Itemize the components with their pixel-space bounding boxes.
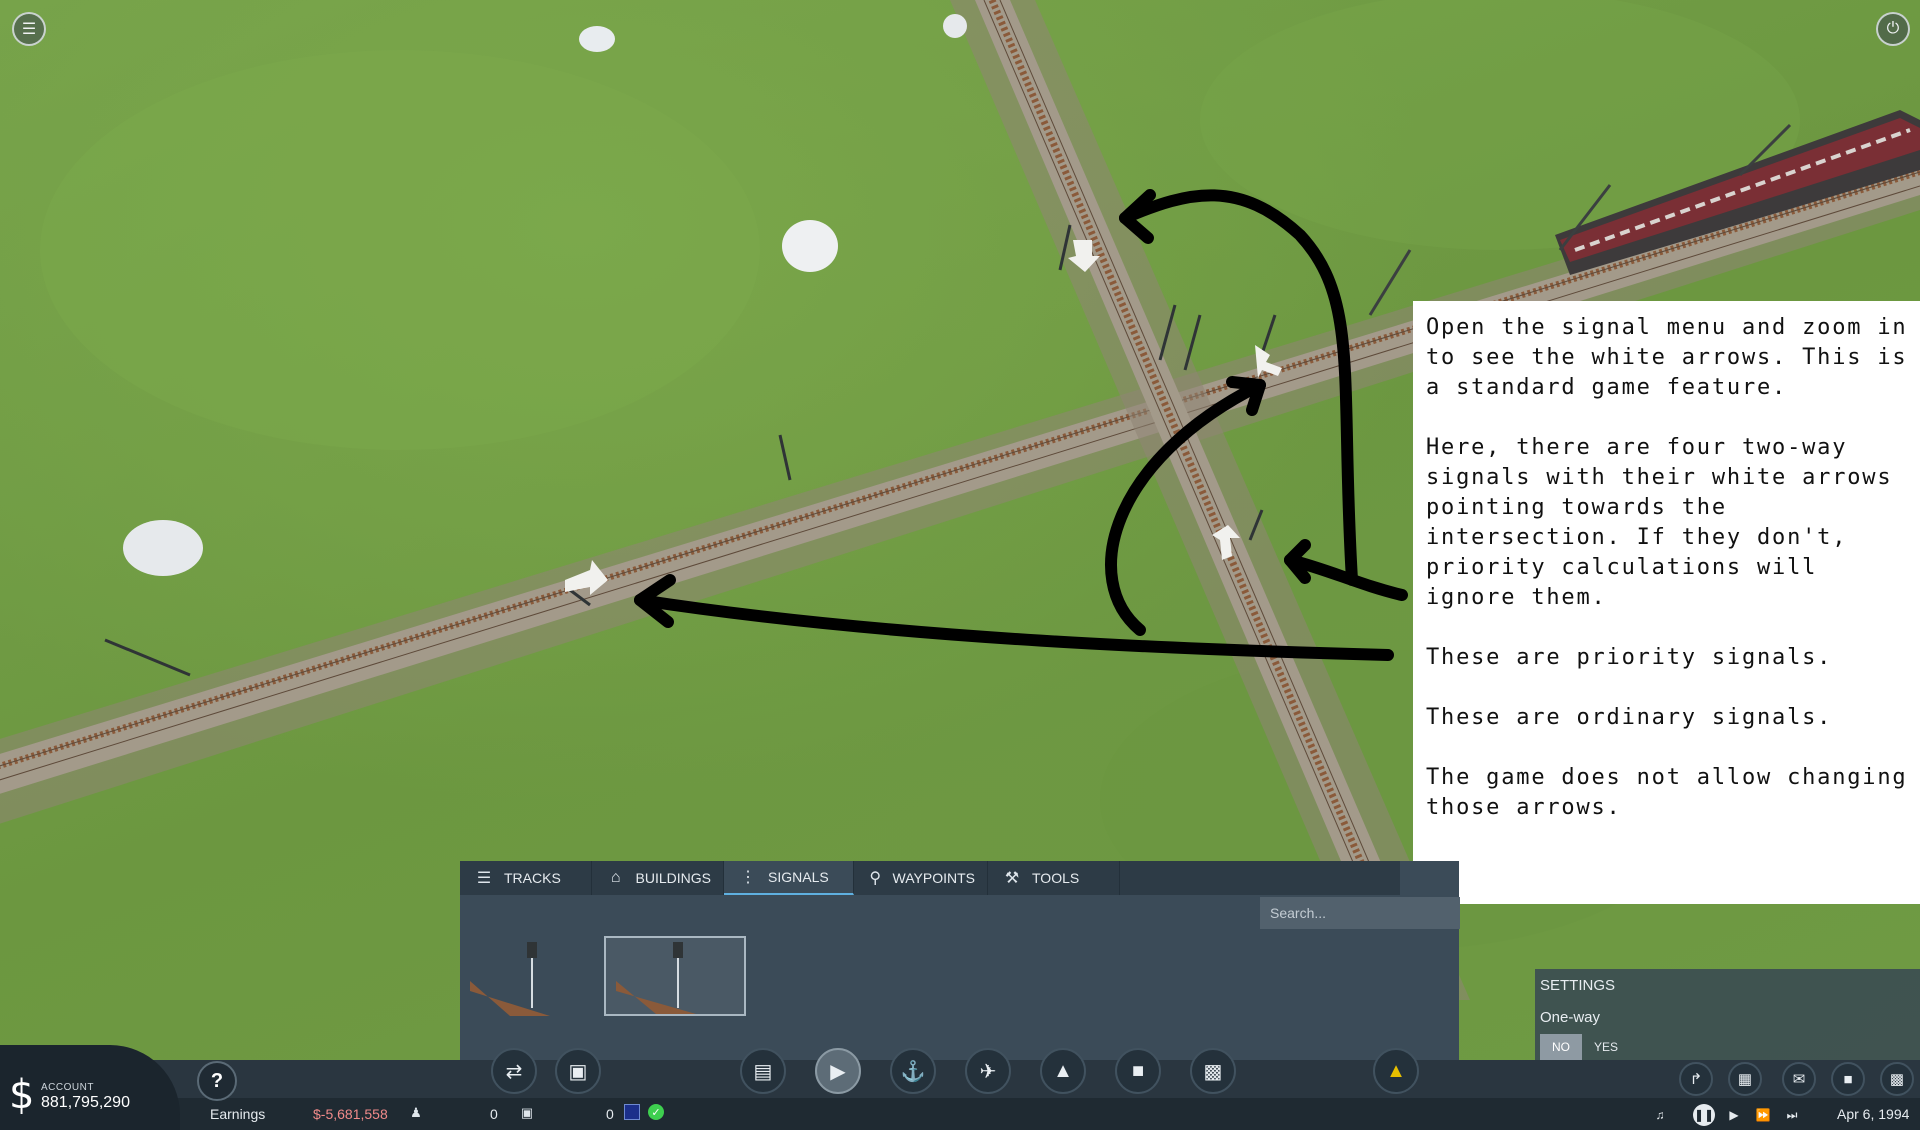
help-button[interactable]: ? bbox=[197, 1061, 237, 1101]
tab-tools[interactable]: ⚒ TOOLS bbox=[988, 861, 1120, 895]
settings-title: SETTINGS bbox=[1540, 977, 1616, 994]
annotation-paragraph: Here, there are four two-way signals wit… bbox=[1426, 435, 1893, 610]
dollar-icon: $ bbox=[9, 1072, 35, 1118]
ship-icon[interactable]: ⚓ bbox=[890, 1048, 936, 1094]
earnings-label: Earnings bbox=[210, 1106, 266, 1122]
road-vehicle-icon[interactable]: ▤ bbox=[740, 1048, 786, 1094]
tab-buildings[interactable]: ⌂ BUILDINGS bbox=[592, 861, 724, 895]
waypoint-pin-icon: ⚲ bbox=[869, 870, 882, 887]
build-tabs: ☰ TRACKS ⌂ BUILDINGS ⋮ SIGNALS ⚲ WAYPOIN… bbox=[460, 861, 1400, 895]
game-date: Apr 6, 1994 bbox=[1837, 1106, 1910, 1122]
annotation-paragraph: The game does not allow changing those a… bbox=[1426, 765, 1908, 820]
signal-post bbox=[1183, 314, 1202, 371]
tab-label: WAYPOINTS bbox=[892, 870, 975, 886]
account-label: ACCOUNT bbox=[41, 1082, 94, 1093]
track-tool-icon[interactable]: ↱ bbox=[1679, 1062, 1713, 1096]
one-way-label: One-way bbox=[1540, 1009, 1601, 1026]
fastest-forward-icon[interactable]: ⏭ bbox=[1781, 1104, 1803, 1126]
town-icon[interactable]: ■ bbox=[1115, 1048, 1161, 1094]
one-way-no-button[interactable]: NO bbox=[1540, 1034, 1582, 1060]
rock bbox=[579, 26, 615, 52]
annotation-text-box: Open the signal menu and zoom in to see … bbox=[1413, 301, 1920, 904]
play-icon[interactable]: ▶ bbox=[1723, 1104, 1745, 1126]
account-balance: 881,795,290 bbox=[41, 1094, 130, 1111]
check-icon: ✓ bbox=[648, 1104, 664, 1120]
signal-post bbox=[104, 638, 191, 677]
rock bbox=[943, 14, 967, 38]
buildings-icon: ⌂ bbox=[610, 869, 621, 886]
tab-label: TOOLS bbox=[1032, 870, 1080, 886]
vehicle-manager-icon[interactable]: ▣ bbox=[555, 1048, 601, 1094]
passenger-count: 0 bbox=[490, 1106, 498, 1122]
tab-signals[interactable]: ⋮ SIGNALS bbox=[724, 861, 854, 895]
industry-icon[interactable]: ▩ bbox=[1190, 1048, 1236, 1094]
annotation-paragraph: Open the signal menu and zoom in to see … bbox=[1426, 315, 1908, 400]
settings-panel: SETTINGS One-way NO YES bbox=[1535, 969, 1920, 1069]
pause-icon[interactable]: ❚❚ bbox=[1693, 1104, 1715, 1126]
cargo-count: 0 bbox=[606, 1106, 614, 1122]
earnings-value: $-5,681,558 bbox=[313, 1106, 388, 1122]
tools-icon: ⚒ bbox=[1004, 870, 1020, 887]
cargo-icon: ▣ bbox=[520, 1105, 534, 1120]
line-manager-icon[interactable]: ⇄ bbox=[491, 1048, 537, 1094]
search-input[interactable]: Search... bbox=[1260, 897, 1460, 929]
tracks-icon: ☰ bbox=[476, 870, 492, 887]
tab-label: TRACKS bbox=[504, 870, 561, 886]
tab-waypoints[interactable]: ⚲ WAYPOINTS bbox=[854, 861, 988, 895]
message-icon[interactable]: ✉ bbox=[1782, 1062, 1816, 1096]
power-icon[interactable]: ⏻ bbox=[1876, 12, 1910, 46]
rock bbox=[123, 520, 203, 576]
layers-icon[interactable]: ☰ bbox=[12, 12, 46, 46]
signal-icon: ⋮ bbox=[740, 869, 756, 886]
bulldoze-icon[interactable]: ▲ bbox=[1373, 1048, 1419, 1094]
factory-icon[interactable]: ▩ bbox=[1880, 1062, 1914, 1096]
status-bar bbox=[0, 1098, 1920, 1130]
plane-icon[interactable]: ✈ bbox=[965, 1048, 1011, 1094]
rock bbox=[782, 220, 838, 272]
passenger-icon: ♟ bbox=[410, 1105, 422, 1120]
station-tool-icon[interactable]: ▦ bbox=[1728, 1062, 1762, 1096]
game-status-icon bbox=[624, 1104, 640, 1120]
tab-tracks[interactable]: ☰ TRACKS bbox=[460, 861, 592, 895]
city-icon[interactable]: ■ bbox=[1831, 1062, 1865, 1096]
signal-post bbox=[778, 434, 792, 481]
one-way-yes-button[interactable]: YES bbox=[1585, 1034, 1627, 1060]
train-icon[interactable]: ▶ bbox=[815, 1048, 861, 1094]
tab-label: SIGNALS bbox=[768, 869, 829, 885]
one-way-signal-thumbnail bbox=[616, 942, 696, 1014]
signal-item-one-way[interactable] bbox=[604, 936, 746, 1016]
annotation-paragraph: These are priority signals. bbox=[1426, 645, 1833, 670]
signal-item-two-way[interactable] bbox=[470, 936, 612, 1016]
tab-label: BUILDINGS bbox=[635, 870, 711, 886]
fast-forward-icon[interactable]: ⏩ bbox=[1752, 1104, 1774, 1126]
two-way-signal-thumbnail bbox=[470, 942, 550, 1016]
grass-patch bbox=[40, 50, 760, 450]
terrain-icon[interactable]: ▲ bbox=[1040, 1048, 1086, 1094]
music-icon[interactable]: ♫ bbox=[1649, 1104, 1671, 1126]
annotation-paragraph: These are ordinary signals. bbox=[1426, 705, 1833, 730]
